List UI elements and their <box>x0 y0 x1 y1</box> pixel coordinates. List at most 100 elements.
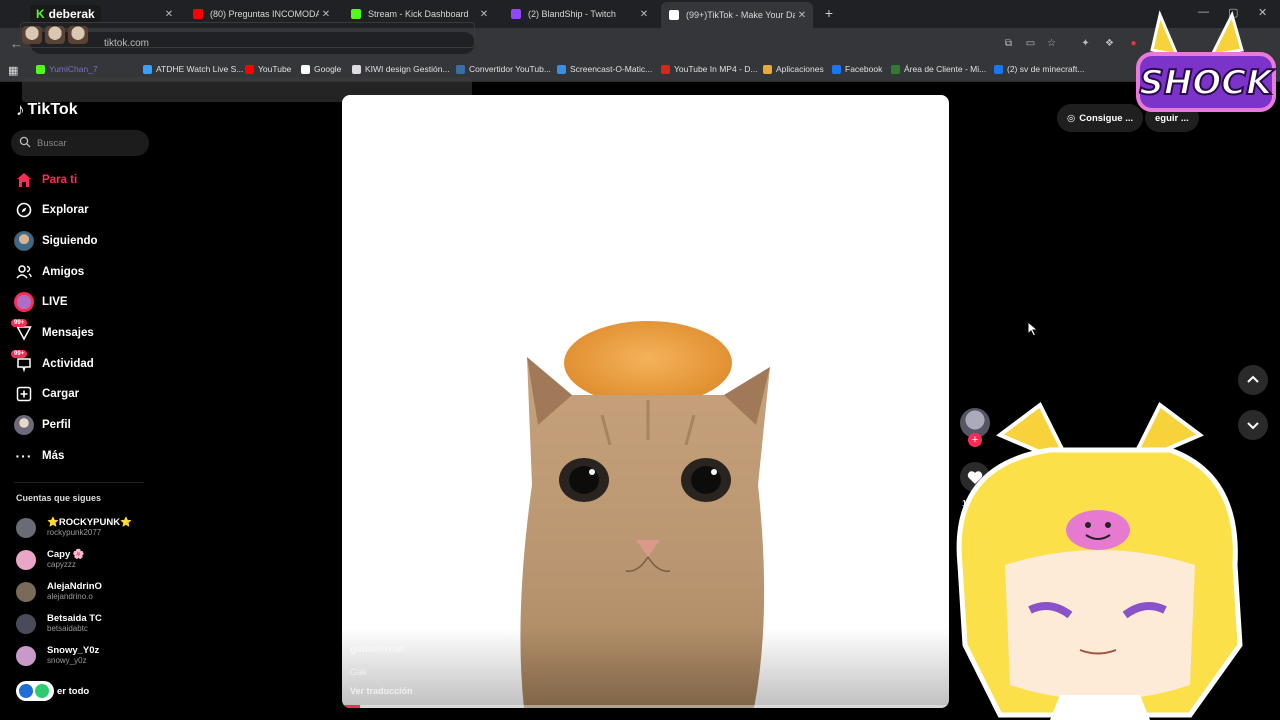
bookmark-item[interactable]: Facebook <box>832 64 882 74</box>
bookmark-item[interactable]: Convertidor YouTub... <box>456 64 551 74</box>
bookmark-item[interactable]: Área de Cliente - Mi... <box>891 64 986 74</box>
tab-close-icon[interactable]: ✕ <box>162 9 176 20</box>
tab-close-icon[interactable]: ✕ <box>795 10 809 21</box>
get-coins-button[interactable]: ◎ Consigue ... <box>1057 104 1144 132</box>
tab-title: Stream - Kick Dashboard <box>368 9 469 19</box>
see-all-button[interactable]: er todo <box>16 681 89 701</box>
see-translation-link[interactable]: Ver traducción <box>350 686 413 696</box>
sidebar-item-upload[interactable]: Cargar <box>14 383 79 405</box>
sidebar-item-label: Actividad <box>42 358 94 370</box>
browser-tab[interactable]: (99+)TikTok - Make Your Da ✕ <box>661 2 813 28</box>
video-author[interactable]: gatoelercat <box>350 644 403 655</box>
account-username: capyzzz <box>47 560 76 569</box>
previous-video-button[interactable] <box>1238 365 1268 395</box>
account-username: betsaidabtc <box>47 624 88 633</box>
bookmark-item[interactable]: Aplicaciones <box>763 64 824 74</box>
tab-title: (99+)TikTok - Make Your Da <box>686 10 795 20</box>
video-progress-bar[interactable] <box>342 705 949 708</box>
sidebar-item-label: Mensajes <box>42 327 94 339</box>
followed-account[interactable]: AlejaNdrinO alejandrino.o <box>16 579 102 605</box>
sidebar-item-home[interactable]: Para ti <box>14 169 77 191</box>
bookmark-label: ATDHE Watch Live S... <box>156 64 244 74</box>
more-icon: ··· <box>15 448 33 464</box>
sidebar-item-label: Amigos <box>42 266 85 278</box>
emote-icon <box>68 26 88 44</box>
avatar-icon <box>14 231 34 251</box>
bookmark-overlay-name: YumiChan_7 <box>36 64 98 74</box>
bookmark-item[interactable]: YouTube <box>245 64 291 74</box>
tab-close-icon[interactable]: ✕ <box>637 9 651 20</box>
bookmark-favicon-icon <box>143 64 152 74</box>
followed-account[interactable]: ⭐ROCKYPUNK⭐ rockypunk2077 <box>16 515 132 541</box>
extension-icon[interactable]: ✦ <box>1080 38 1091 49</box>
notification-badge: 99+ <box>11 350 28 358</box>
bookmark-favicon-icon <box>994 64 1003 74</box>
cat-video-frame <box>520 321 770 708</box>
avatar <box>16 582 36 602</box>
bookmark-label: YouTube In MP4 - D... <box>674 64 758 74</box>
tab-favicon-icon <box>351 9 361 19</box>
bookmark-star-icon[interactable]: ☆ <box>1046 38 1057 49</box>
chevron-up-icon <box>1247 375 1259 383</box>
video-player[interactable]: gatoelercat Gak Ver traducción <box>342 95 949 708</box>
video-progress-fill <box>342 705 361 708</box>
bookmark-favicon-icon <box>832 64 841 74</box>
account-name: Snowy_Y0z <box>47 645 100 656</box>
bookmark-item[interactable]: YouTube In MP4 - D... <box>661 64 757 74</box>
followed-account[interactable]: Betsaida TC betsaidabtc <box>16 611 102 637</box>
sidebar-item-avatar[interactable]: Siguiendo <box>14 230 98 252</box>
apps-grid-icon[interactable]: ▦ <box>8 64 18 77</box>
bookmark-item[interactable]: ATDHE Watch Live S... <box>143 64 243 74</box>
avatar <box>16 614 36 634</box>
bookmark-label: Convertidor YouTub... <box>469 64 551 74</box>
compass-icon <box>14 200 34 220</box>
sidebar-item-more[interactable]: ··· Más <box>14 445 65 467</box>
kick-overlay-name: deberak <box>48 6 95 21</box>
bookmark-favicon-icon <box>891 64 900 74</box>
bookmark-favicon-icon <box>661 64 670 74</box>
tab-title: (80) Preguntas INCOMODAS co <box>210 9 319 19</box>
home-icon <box>14 170 34 190</box>
bookmark-label: Screencast-O-Matic... <box>570 64 653 74</box>
sidebar-item-message[interactable]: 99+ Mensajes <box>11 319 94 344</box>
notification-badge: 99+ <box>11 319 28 327</box>
followed-account[interactable]: Snowy_Y0z snowy_y0z <box>16 643 99 669</box>
avatar <box>16 518 36 538</box>
account-username: rockypunk2077 <box>47 528 102 537</box>
mouse-cursor-icon <box>1027 321 1039 337</box>
cast-icon[interactable]: ▭ <box>1025 38 1036 49</box>
sidebar-item-label: LIVE <box>42 296 68 308</box>
account-name: AlejaNdrinO <box>47 581 102 592</box>
tab-close-icon[interactable]: ✕ <box>319 9 333 20</box>
sidebar-item-profile[interactable]: Perfil <box>14 414 71 436</box>
tab-favicon-icon <box>669 10 679 20</box>
bookmark-item[interactable]: (2) sv de minecraft... <box>994 64 1084 74</box>
new-tab-button[interactable]: + <box>822 6 836 20</box>
tab-close-icon[interactable]: ✕ <box>477 9 491 20</box>
sidebar-item-activity[interactable]: 99+ Actividad <box>11 350 94 375</box>
sidebar-item-live[interactable]: LIVE <box>14 291 68 313</box>
sidebar-item-compass[interactable]: Explorar <box>14 199 89 221</box>
bookmark-item[interactable]: Screencast-O-Matic... <box>557 64 652 74</box>
stream-logo-overlay: SHOCK <box>1136 10 1276 112</box>
translate-icon[interactable]: ⧉ <box>1003 38 1014 49</box>
bookmark-item[interactable]: Google <box>301 64 341 74</box>
search-icon <box>19 136 31 148</box>
tiktok-logo[interactable]: ♪ TikTok <box>16 100 78 120</box>
account-name: Betsaida TC <box>47 613 102 624</box>
bookmark-item[interactable]: KIWI design Gestión... <box>352 64 450 74</box>
bookmark-label: (2) sv de minecraft... <box>1007 64 1085 74</box>
browser-tab[interactable]: (2) BlandShip - Twitch ✕ <box>503 3 655 25</box>
followed-account[interactable]: Capy 🌸 capyzzz <box>16 547 85 573</box>
emote-icon <box>22 26 42 44</box>
search-placeholder: Buscar <box>37 138 67 149</box>
avatar <box>16 550 36 570</box>
search-input[interactable]: Buscar <box>11 130 149 156</box>
coin-icon: ◎ <box>1067 112 1076 124</box>
following-section-title: Cuentas que sigues <box>16 493 102 503</box>
extension-icon[interactable]: ❖ <box>1104 38 1115 49</box>
tab-title: (2) BlandShip - Twitch <box>528 9 616 19</box>
kick-overlay-badge: K deberak <box>30 5 101 22</box>
sidebar-item-people[interactable]: Amigos <box>14 261 84 283</box>
sidebar-item-label: Explorar <box>42 204 89 216</box>
